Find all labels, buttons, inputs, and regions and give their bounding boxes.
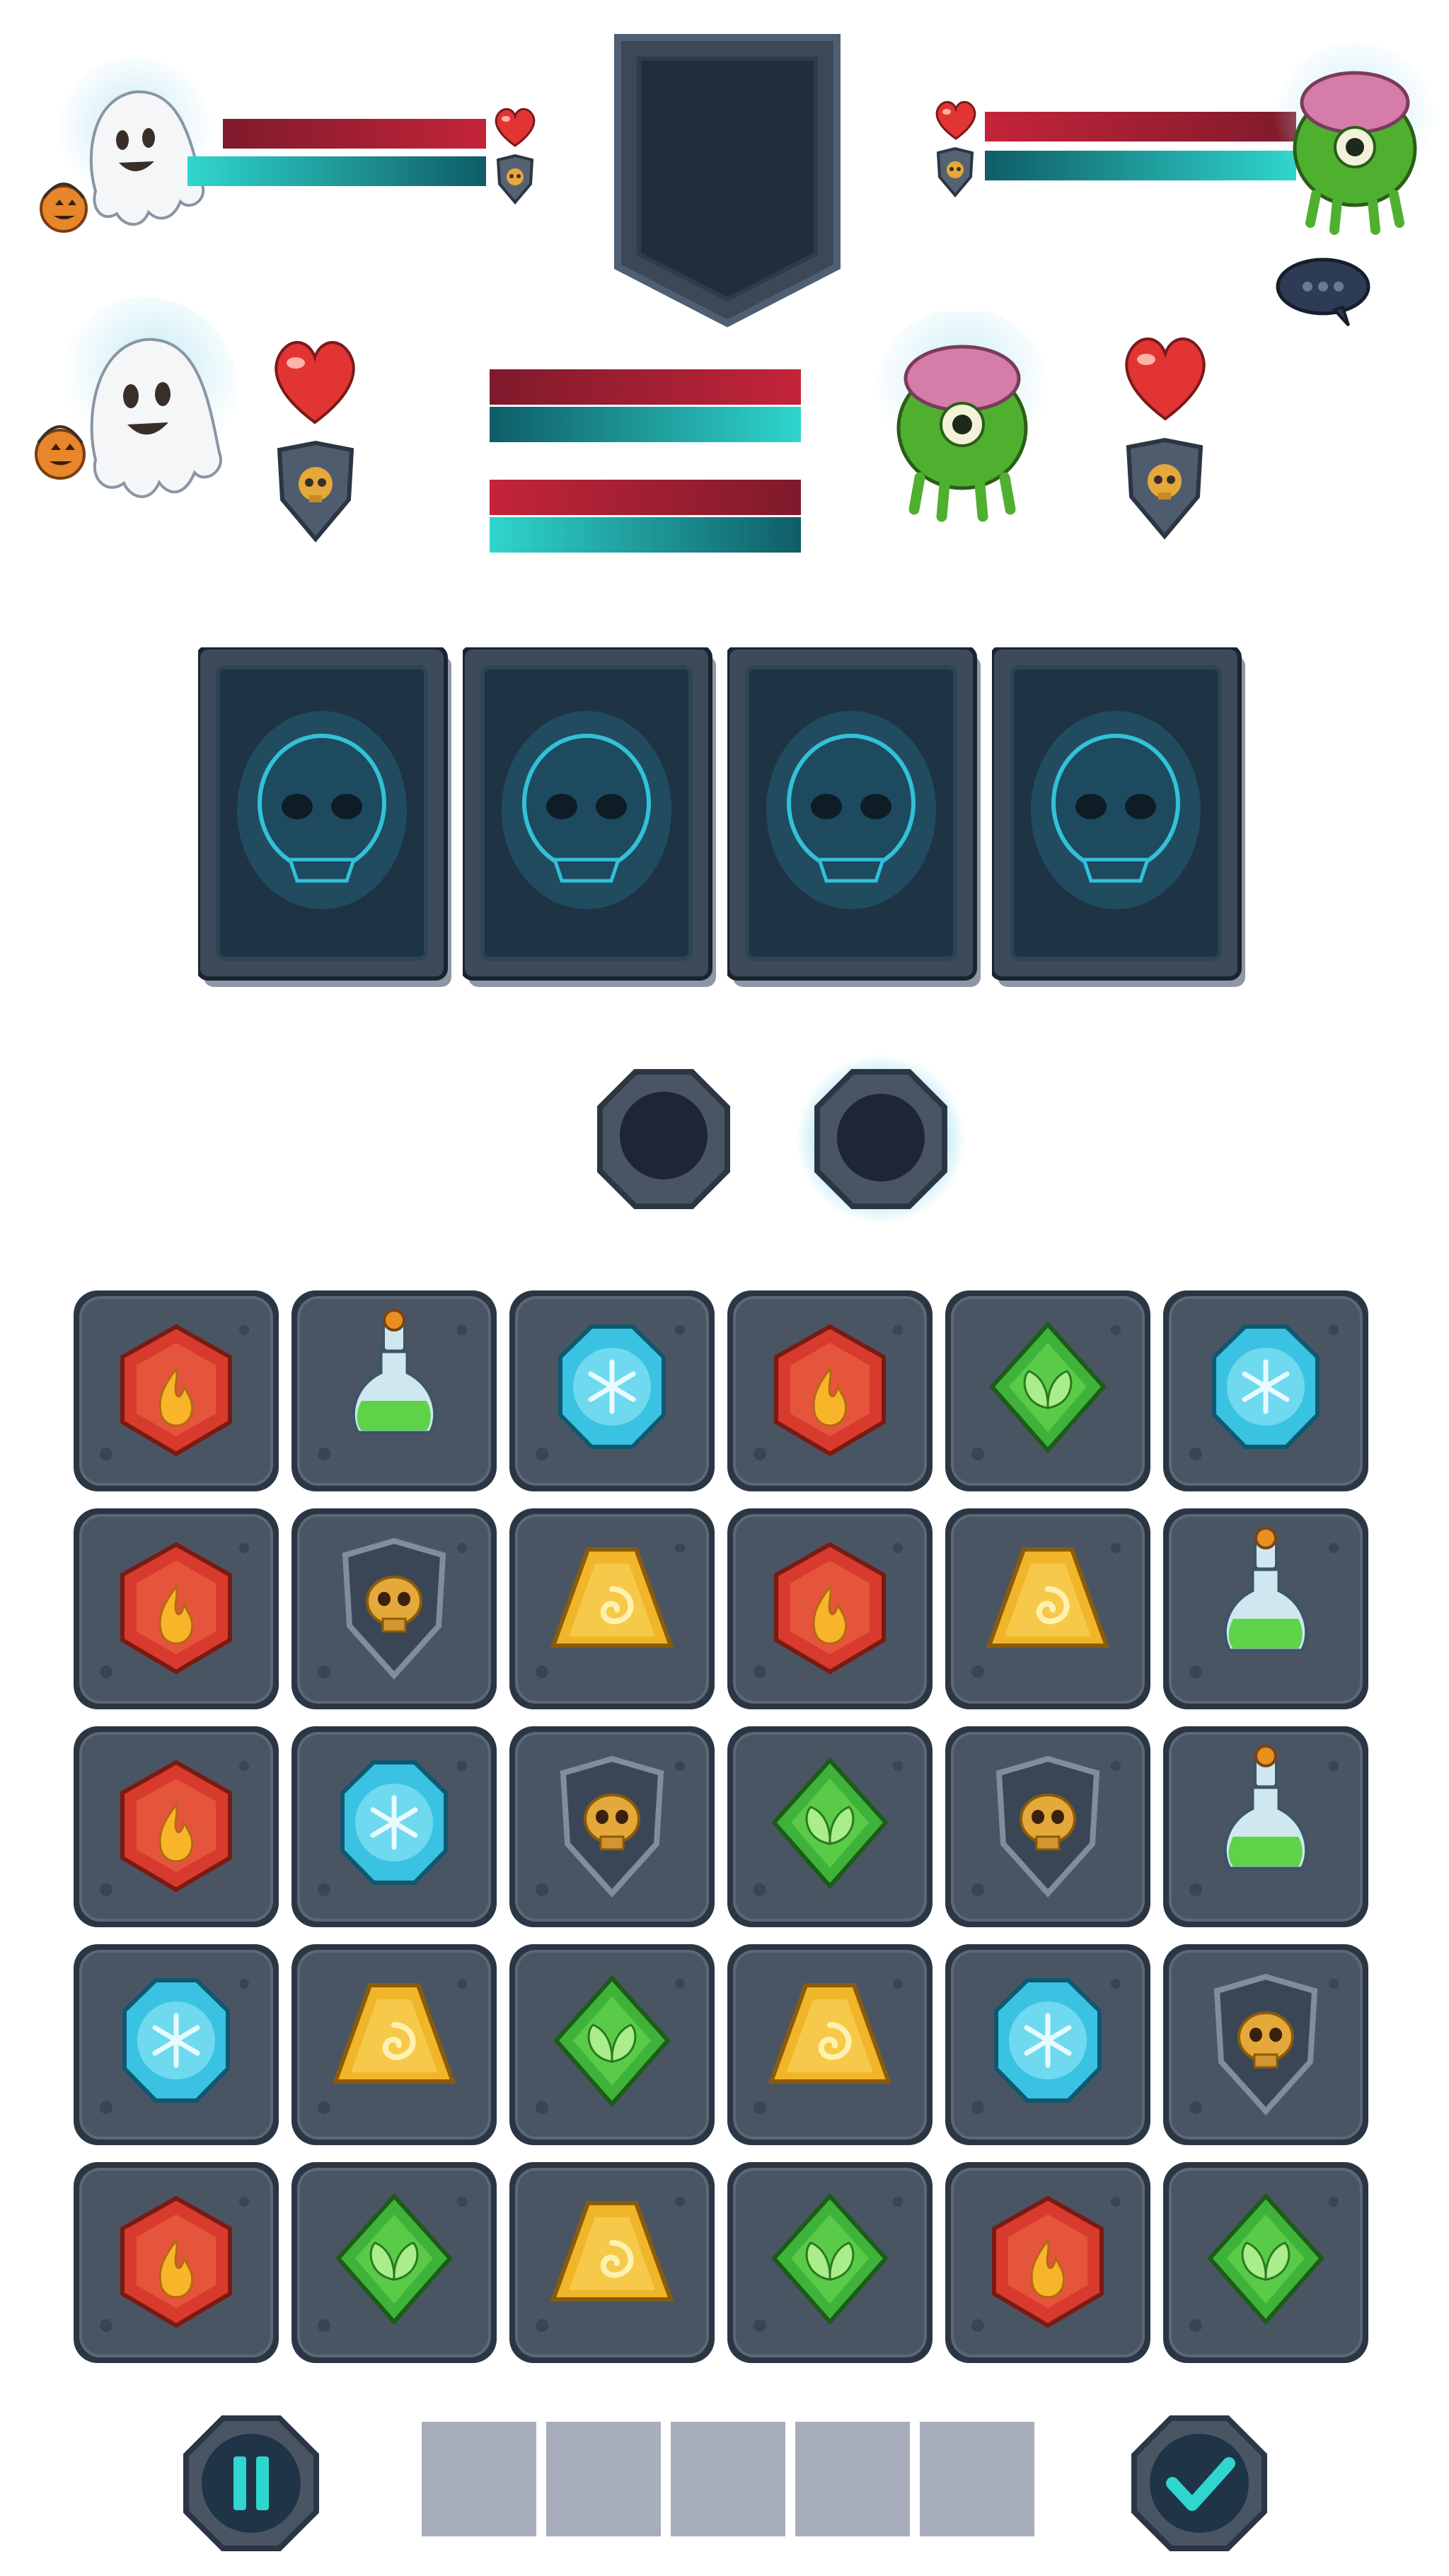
board-tile-fire[interactable] — [71, 1506, 282, 1712]
ice-icon — [122, 1978, 230, 2103]
board-tile-skull-shield[interactable] — [289, 1506, 500, 1712]
skull-shield-icon — [494, 154, 536, 205]
skull-shield-icon — [934, 147, 976, 198]
match-board — [71, 1288, 1387, 2377]
board-tile-ice[interactable] — [1160, 1288, 1371, 1494]
skull-shield-icon-large — [272, 440, 359, 543]
board-tile-leaf[interactable] — [289, 2159, 500, 2366]
board-tile-ice[interactable] — [942, 1941, 1153, 2148]
board-tile-leaf[interactable] — [1160, 2159, 1371, 2366]
enemy-mana-bar — [985, 151, 1296, 180]
ice-icon — [558, 1324, 666, 1449]
enemy-avatar-monster — [1266, 42, 1443, 241]
board-tile-leaf[interactable] — [724, 2159, 935, 2366]
player-avatar-ghost — [28, 57, 233, 255]
board-tile-fire[interactable] — [942, 2159, 1153, 2366]
enemy-avatar-monster-large — [870, 311, 1054, 538]
board-tile-skull-shield[interactable] — [1160, 1941, 1371, 2148]
empty-slot[interactable] — [920, 2422, 1034, 2536]
token-slot-glowing[interactable] — [796, 1054, 966, 1224]
board-tile-fire[interactable] — [724, 1288, 935, 1494]
token-slot[interactable] — [593, 1065, 734, 1213]
mana-bar-sample-1 — [490, 407, 801, 442]
board-tile-fire[interactable] — [71, 1723, 282, 1930]
confirm-button[interactable] — [1128, 2413, 1270, 2554]
health-bar-sample-1 — [490, 369, 801, 405]
empty-slot[interactable] — [546, 2422, 661, 2536]
board-tile-leaf[interactable] — [724, 1723, 935, 1930]
card-back[interactable] — [198, 647, 451, 987]
health-bar-sample-2 — [490, 480, 801, 515]
board-tile-potion[interactable] — [1160, 1506, 1371, 1712]
empty-slot[interactable] — [422, 2422, 536, 2536]
board-tile-vortex[interactable] — [289, 1941, 500, 2148]
enemy-health-bar — [985, 112, 1296, 141]
board-tile-fire[interactable] — [724, 1506, 935, 1712]
chat-bubble-button[interactable] — [1274, 255, 1373, 329]
board-tile-ice[interactable] — [289, 1723, 500, 1930]
empty-slot[interactable] — [795, 2422, 910, 2536]
mana-bar-sample-2 — [490, 517, 801, 553]
ice-icon — [994, 1978, 1102, 2103]
skull-shield-icon-large — [1121, 437, 1208, 540]
ice-icon — [340, 1760, 448, 1885]
board-tile-ice[interactable] — [71, 1941, 282, 2148]
board-tile-fire[interactable] — [71, 2159, 282, 2366]
ice-icon — [1212, 1324, 1320, 1449]
board-tile-fire[interactable] — [71, 1288, 282, 1494]
heart-icon — [933, 99, 979, 141]
board-tile-ice[interactable] — [507, 1288, 717, 1494]
pause-button[interactable] — [180, 2413, 322, 2554]
emblem-shield — [612, 32, 843, 329]
card-back[interactable] — [992, 647, 1245, 987]
empty-slot[interactable] — [671, 2422, 785, 2536]
player-health-bar — [223, 119, 486, 149]
heart-icon-large — [1118, 333, 1213, 423]
player-mana-bar — [187, 156, 486, 186]
board-tile-skull-shield[interactable] — [942, 1723, 1153, 1930]
board-tile-potion[interactable] — [1160, 1723, 1371, 1930]
board-tile-skull-shield[interactable] — [507, 1723, 717, 1930]
card-back[interactable] — [463, 647, 716, 987]
board-tile-leaf[interactable] — [507, 1941, 717, 2148]
board-tile-vortex[interactable] — [724, 1941, 935, 2148]
board-tile-vortex[interactable] — [507, 1506, 717, 1712]
heart-icon-large — [267, 336, 363, 427]
player-avatar-ghost-large — [28, 297, 241, 538]
board-tile-potion[interactable] — [289, 1288, 500, 1494]
board-tile-leaf[interactable] — [942, 1288, 1153, 1494]
board-tile-vortex[interactable] — [942, 1506, 1153, 1712]
heart-icon — [492, 106, 538, 149]
board-tile-vortex[interactable] — [507, 2159, 717, 2366]
card-back[interactable] — [727, 647, 981, 987]
